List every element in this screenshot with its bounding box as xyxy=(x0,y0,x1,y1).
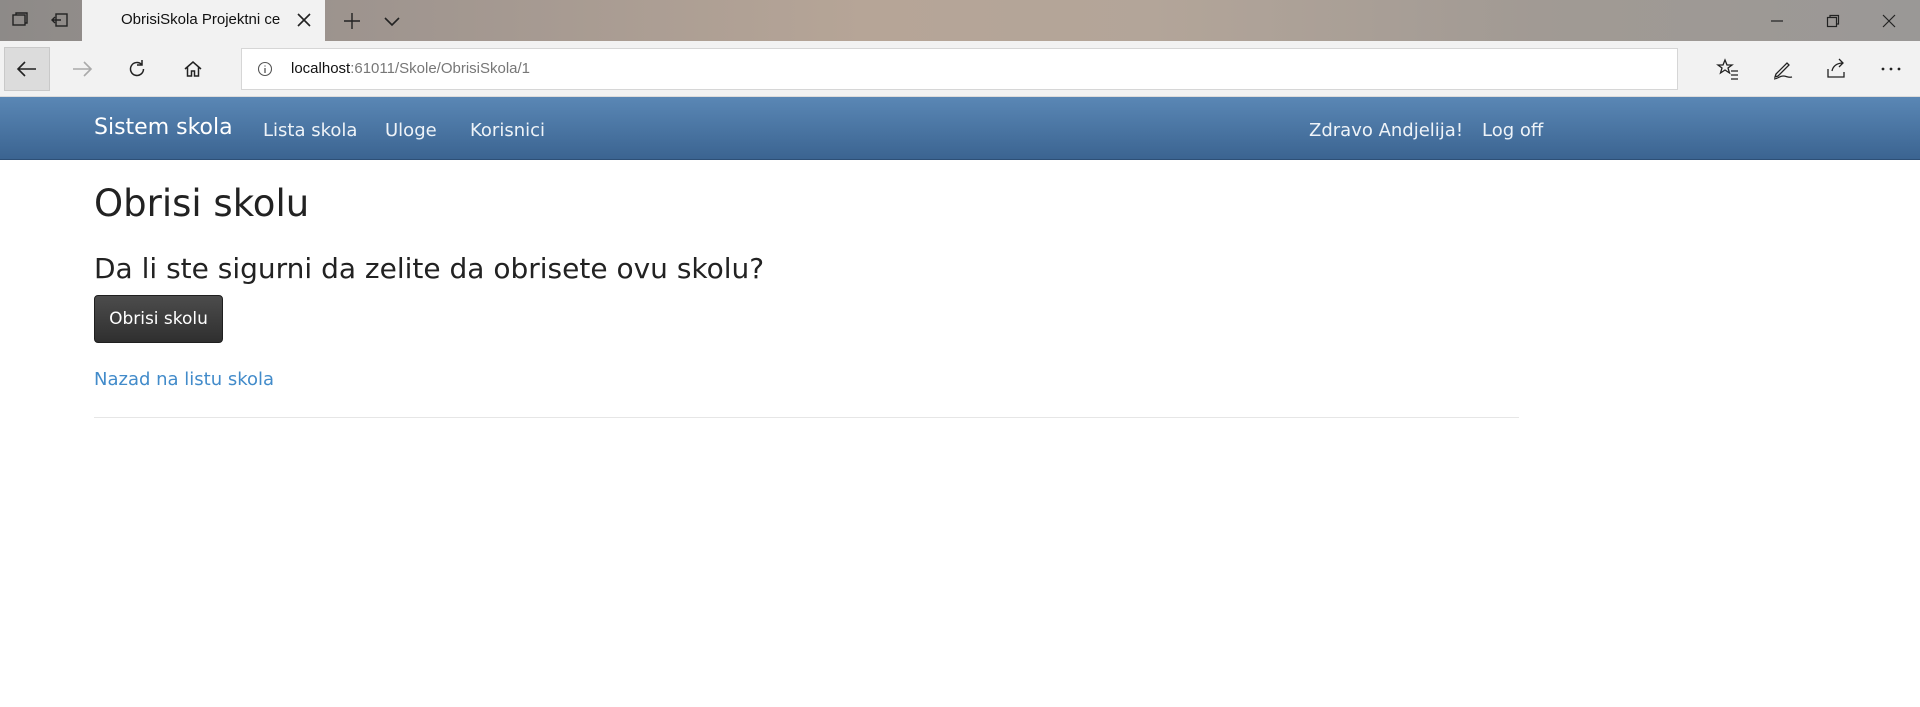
brand-link[interactable]: Sistem skola xyxy=(94,115,233,140)
more-icon[interactable] xyxy=(1876,54,1906,84)
home-icon[interactable] xyxy=(170,47,216,91)
close-window-icon[interactable] xyxy=(1861,0,1917,41)
favorites-icon[interactable] xyxy=(1713,54,1743,84)
new-tab-icon[interactable] xyxy=(340,9,364,33)
chevron-down-icon[interactable] xyxy=(380,9,404,33)
divider xyxy=(94,417,1519,418)
nav-link-uloge[interactable]: Uloge xyxy=(385,120,437,141)
confirm-question: Da li ste sigurni da zelite da obrisete … xyxy=(94,252,765,285)
set-tabs-aside-icon[interactable] xyxy=(48,8,72,32)
browser-toolbar: localhost:61011/Skole/ObrisiSkola/1 xyxy=(0,41,1920,97)
nav-link-korisnici[interactable]: Korisnici xyxy=(470,120,545,141)
app-navbar: Sistem skola Lista skola Uloge Korisnici… xyxy=(0,97,1920,160)
back-to-list-link[interactable]: Nazad na listu skola xyxy=(94,369,274,390)
tab-actions-icon[interactable] xyxy=(8,8,32,32)
address-host: localhost xyxy=(291,60,351,77)
forward-icon[interactable] xyxy=(59,47,105,91)
logoff-link[interactable]: Log off xyxy=(1482,120,1543,141)
address-path: :61011/Skole/ObrisiSkola/1 xyxy=(350,60,531,77)
page-title: Obrisi skolu xyxy=(94,182,310,225)
tab-title: ObrisiSkola Projektni ce xyxy=(121,11,281,28)
nav-link-lista-skola[interactable]: Lista skola xyxy=(263,120,357,141)
minimize-icon[interactable] xyxy=(1749,0,1805,41)
delete-school-button[interactable]: Obrisi skolu xyxy=(94,295,223,343)
close-tab-icon[interactable] xyxy=(294,10,314,30)
active-tab[interactable]: ObrisiSkola Projektni ce xyxy=(82,0,325,41)
back-icon[interactable] xyxy=(4,47,50,91)
address-bar[interactable]: localhost:61011/Skole/ObrisiSkola/1 xyxy=(241,48,1678,90)
share-icon[interactable] xyxy=(1821,54,1851,84)
refresh-icon[interactable] xyxy=(114,47,160,91)
restore-icon[interactable] xyxy=(1805,0,1861,41)
greeting-link[interactable]: Zdravo Andjelija! xyxy=(1309,120,1463,141)
info-icon[interactable] xyxy=(256,60,274,78)
browser-title-bar: ObrisiSkola Projektni ce xyxy=(0,0,1920,41)
address-url: localhost:61011/Skole/ObrisiSkola/1 xyxy=(291,60,530,77)
pen-icon[interactable] xyxy=(1768,54,1798,84)
